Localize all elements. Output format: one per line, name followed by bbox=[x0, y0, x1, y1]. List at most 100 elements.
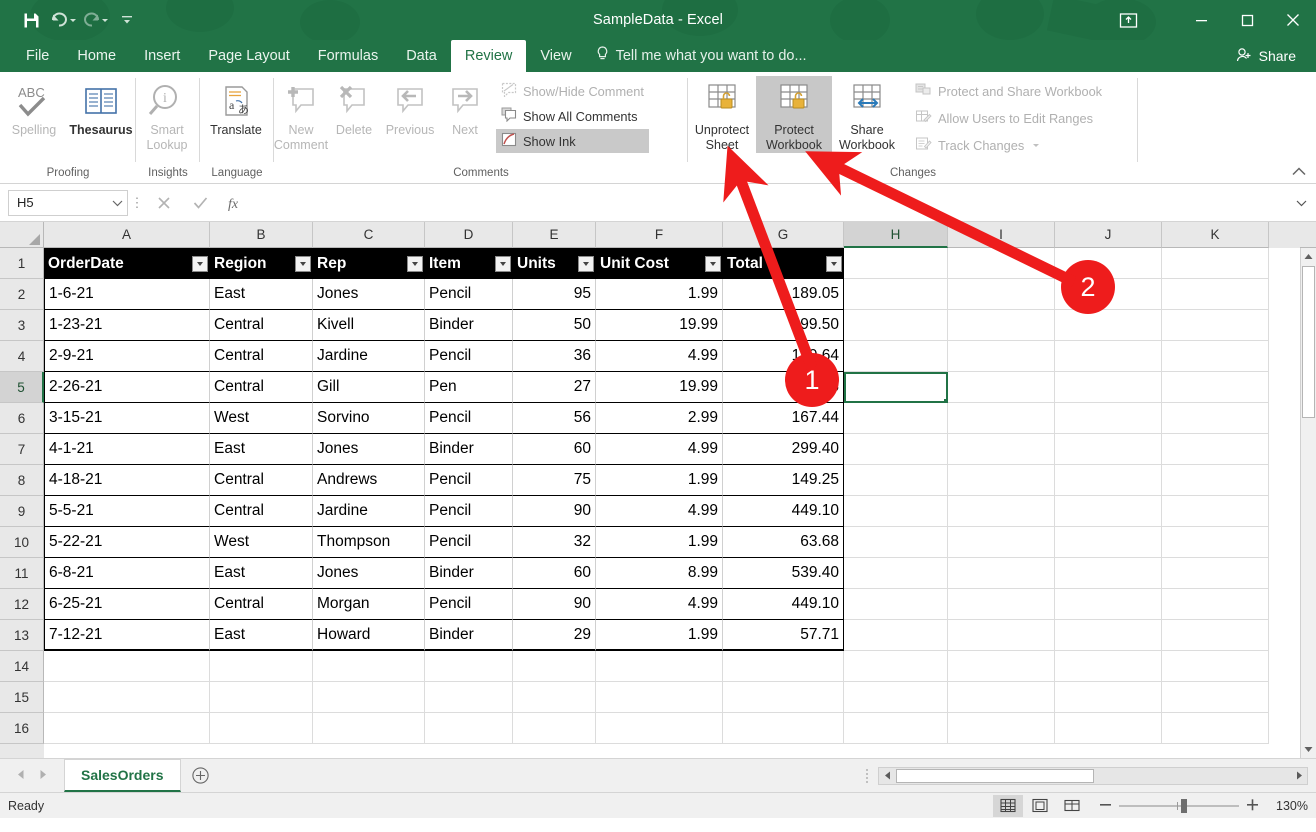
cell-B10[interactable]: West bbox=[210, 527, 313, 558]
protect-and-share-workbook-button[interactable]: Protect and Share Workbook bbox=[910, 79, 1107, 103]
cell-B12[interactable]: Central bbox=[210, 589, 313, 620]
cell-F3[interactable]: 19.99 bbox=[596, 310, 723, 341]
cell-F15[interactable] bbox=[596, 682, 723, 713]
cell-A13[interactable]: 7-12-21 bbox=[44, 620, 210, 651]
cell-H5[interactable] bbox=[844, 372, 948, 403]
cell-K8[interactable] bbox=[1162, 465, 1269, 496]
cell-E4[interactable]: 36 bbox=[513, 341, 596, 372]
cell-H4[interactable] bbox=[844, 341, 948, 372]
share-button[interactable]: Share bbox=[1230, 43, 1302, 69]
cell-C9[interactable]: Jardine bbox=[313, 496, 425, 527]
cell-A12[interactable]: 6-25-21 bbox=[44, 589, 210, 620]
previous-comment-button[interactable]: Previous bbox=[380, 76, 440, 138]
cell-G2[interactable]: 189.05 bbox=[723, 279, 844, 310]
column-header-i[interactable]: I bbox=[948, 222, 1055, 248]
cell-J12[interactable] bbox=[1055, 589, 1162, 620]
cell-C4[interactable]: Jardine bbox=[313, 341, 425, 372]
cell-G1[interactable]: Total bbox=[723, 248, 844, 279]
cell-E12[interactable]: 90 bbox=[513, 589, 596, 620]
cell-B8[interactable]: Central bbox=[210, 465, 313, 496]
cell-E13[interactable]: 29 bbox=[513, 620, 596, 651]
cell-C5[interactable]: Gill bbox=[313, 372, 425, 403]
cell-C14[interactable] bbox=[313, 651, 425, 682]
cell-J15[interactable] bbox=[1055, 682, 1162, 713]
cell-C10[interactable]: Thompson bbox=[313, 527, 425, 558]
row-header-8[interactable]: 8 bbox=[0, 465, 44, 496]
tab-file[interactable]: File bbox=[12, 40, 63, 72]
select-all-corner[interactable] bbox=[0, 222, 44, 248]
cell-F9[interactable]: 4.99 bbox=[596, 496, 723, 527]
cell-J5[interactable] bbox=[1055, 372, 1162, 403]
vertical-scrollbar[interactable] bbox=[1300, 248, 1316, 758]
cell-F6[interactable]: 2.99 bbox=[596, 403, 723, 434]
cell-A11[interactable]: 6-8-21 bbox=[44, 558, 210, 589]
cell-C7[interactable]: Jones bbox=[313, 434, 425, 465]
row-header-5[interactable]: 5 bbox=[0, 372, 44, 403]
cell-K5[interactable] bbox=[1162, 372, 1269, 403]
filter-dropdown-d[interactable] bbox=[495, 255, 511, 272]
cell-K12[interactable] bbox=[1162, 589, 1269, 620]
cell-H14[interactable] bbox=[844, 651, 948, 682]
filter-dropdown-c[interactable] bbox=[407, 255, 423, 272]
cell-G9[interactable]: 449.10 bbox=[723, 496, 844, 527]
cell-F7[interactable]: 4.99 bbox=[596, 434, 723, 465]
cell-G13[interactable]: 57.71 bbox=[723, 620, 844, 651]
cell-F1[interactable]: Unit Cost bbox=[596, 248, 723, 279]
row-header-15[interactable]: 15 bbox=[0, 682, 44, 713]
cell-H15[interactable] bbox=[844, 682, 948, 713]
cell-H16[interactable] bbox=[844, 713, 948, 744]
next-comment-button[interactable]: Next bbox=[440, 76, 490, 138]
cell-F11[interactable]: 8.99 bbox=[596, 558, 723, 589]
column-header-k[interactable]: K bbox=[1162, 222, 1269, 248]
cell-J9[interactable] bbox=[1055, 496, 1162, 527]
cell-D1[interactable]: Item bbox=[425, 248, 513, 279]
cell-J7[interactable] bbox=[1055, 434, 1162, 465]
cell-D8[interactable]: Pencil bbox=[425, 465, 513, 496]
cell-J13[interactable] bbox=[1055, 620, 1162, 651]
delete-comment-button[interactable]: Delete bbox=[328, 76, 380, 138]
cell-A6[interactable]: 3-15-21 bbox=[44, 403, 210, 434]
cell-G3[interactable]: 999.50 bbox=[723, 310, 844, 341]
cell-F14[interactable] bbox=[596, 651, 723, 682]
cell-B5[interactable]: Central bbox=[210, 372, 313, 403]
column-header-e[interactable]: E bbox=[513, 222, 596, 248]
cell-J6[interactable] bbox=[1055, 403, 1162, 434]
zoom-slider[interactable] bbox=[1119, 798, 1239, 813]
cell-K6[interactable] bbox=[1162, 403, 1269, 434]
add-sheet-plus-icon[interactable] bbox=[181, 767, 221, 784]
tab-data[interactable]: Data bbox=[392, 40, 451, 72]
cell-F12[interactable]: 4.99 bbox=[596, 589, 723, 620]
cell-F10[interactable]: 1.99 bbox=[596, 527, 723, 558]
row-header-10[interactable]: 10 bbox=[0, 527, 44, 558]
row-header-14[interactable]: 14 bbox=[0, 651, 44, 682]
cell-D13[interactable]: Binder bbox=[425, 620, 513, 651]
cell-I4[interactable] bbox=[948, 341, 1055, 372]
show-hide-comment-button[interactable]: Show/Hide Comment bbox=[496, 79, 649, 103]
cell-J10[interactable] bbox=[1055, 527, 1162, 558]
cell-H3[interactable] bbox=[844, 310, 948, 341]
cell-I11[interactable] bbox=[948, 558, 1055, 589]
name-box-dropdown-icon[interactable] bbox=[112, 195, 123, 210]
cell-A16[interactable] bbox=[44, 713, 210, 744]
cell-C2[interactable]: Jones bbox=[313, 279, 425, 310]
cell-G12[interactable]: 449.10 bbox=[723, 589, 844, 620]
cell-K11[interactable] bbox=[1162, 558, 1269, 589]
formula-bar-grip[interactable]: ⋮ bbox=[128, 195, 146, 211]
row-header-6[interactable]: 6 bbox=[0, 403, 44, 434]
cell-H13[interactable] bbox=[844, 620, 948, 651]
cell-G16[interactable] bbox=[723, 713, 844, 744]
cell-C15[interactable] bbox=[313, 682, 425, 713]
page-break-preview-icon[interactable] bbox=[1057, 795, 1087, 817]
cell-K3[interactable] bbox=[1162, 310, 1269, 341]
cell-E11[interactable]: 60 bbox=[513, 558, 596, 589]
cell-I6[interactable] bbox=[948, 403, 1055, 434]
cell-C6[interactable]: Sorvino bbox=[313, 403, 425, 434]
row-header-11[interactable]: 11 bbox=[0, 558, 44, 589]
cell-I8[interactable] bbox=[948, 465, 1055, 496]
normal-view-icon[interactable] bbox=[993, 794, 1023, 817]
vertical-scroll-thumb[interactable] bbox=[1302, 266, 1315, 418]
filter-dropdown-f[interactable] bbox=[705, 255, 721, 272]
cell-G10[interactable]: 63.68 bbox=[723, 527, 844, 558]
cell-D4[interactable]: Pencil bbox=[425, 341, 513, 372]
cell-K1[interactable] bbox=[1162, 248, 1269, 279]
